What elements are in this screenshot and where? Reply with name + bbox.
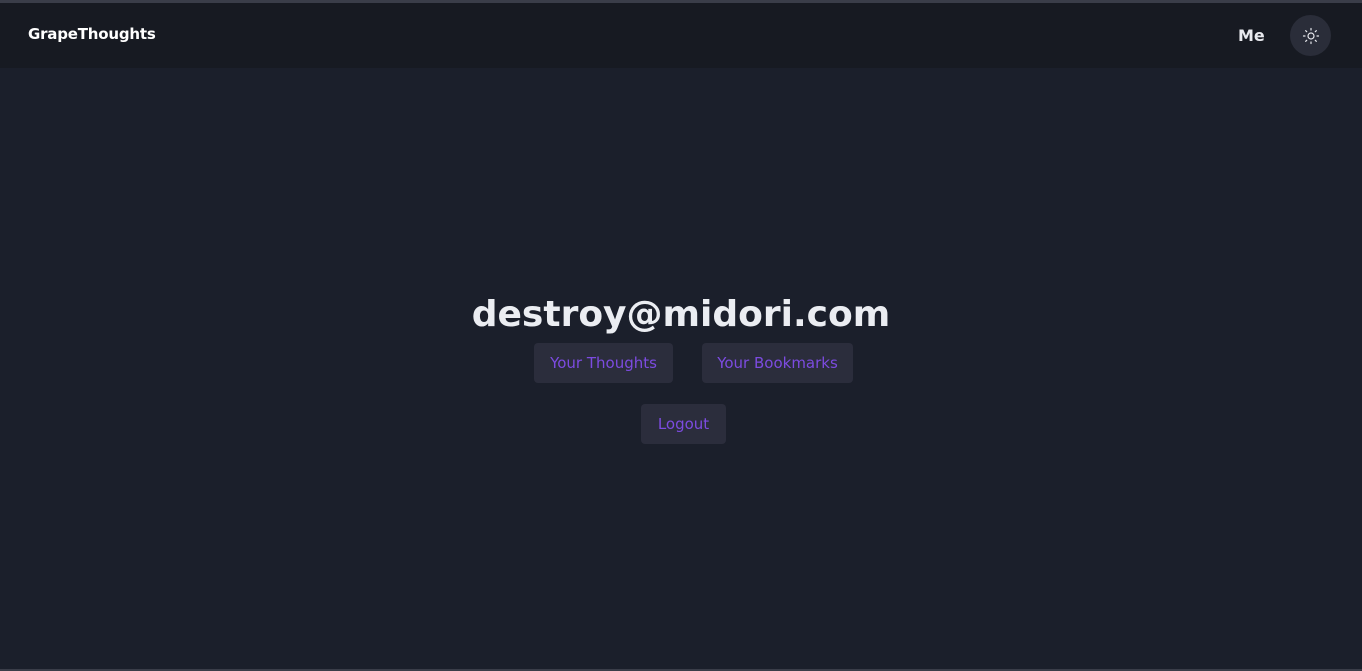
your-thoughts-button[interactable]: Your Thoughts — [534, 343, 673, 383]
navbar: GrapeThoughts Me — [0, 3, 1362, 68]
profile-email-heading: destroy@midori.com — [471, 294, 891, 335]
brand-logo-link[interactable]: GrapeThoughts — [28, 25, 156, 43]
profile-main: destroy@midori.com Your Thoughts Your Bo… — [0, 68, 1362, 669]
your-bookmarks-button[interactable]: Your Bookmarks — [702, 343, 853, 383]
theme-toggle-button[interactable] — [1290, 15, 1331, 56]
logout-button[interactable]: Logout — [641, 404, 726, 444]
sun-icon — [1302, 27, 1320, 45]
nav-me-link[interactable]: Me — [1238, 26, 1265, 45]
